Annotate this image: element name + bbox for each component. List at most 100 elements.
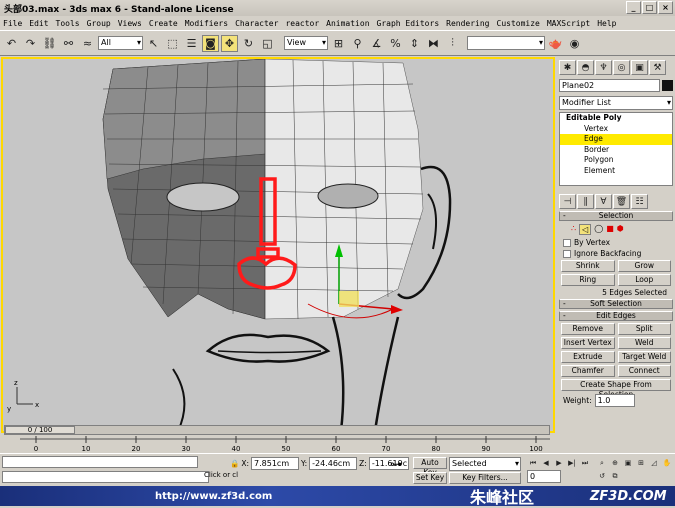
angle-snap-icon[interactable]: ∡	[368, 35, 385, 52]
by-vertex-checkbox[interactable]: By Vertex	[563, 238, 669, 247]
chamfer-button[interactable]: Chamfer	[561, 365, 615, 377]
render-scene-icon[interactable]: 🫖	[547, 35, 564, 52]
modifier-list-dropdown[interactable]: Modifier List	[559, 96, 673, 110]
create-tab-icon[interactable]: ✱	[559, 60, 576, 75]
edge-mode-icon[interactable]: ◁	[579, 224, 592, 235]
set-key-button[interactable]: Set Key	[413, 472, 447, 484]
go-to-start-icon[interactable]: ⏮	[527, 457, 539, 469]
zoom-icon[interactable]: ⌕	[596, 457, 608, 469]
ring-button[interactable]: Ring	[561, 274, 615, 286]
z-coord-field[interactable]: -11.619c	[368, 457, 409, 470]
maxscript-listener[interactable]	[2, 456, 198, 468]
ignore-backfacing-checkbox[interactable]: Ignore Backfacing	[563, 249, 669, 258]
menu-reactor[interactable]: reactor	[285, 19, 319, 28]
menu-file[interactable]: File	[3, 19, 22, 28]
redo-icon[interactable]: ↷	[22, 35, 39, 52]
time-slider-track[interactable]: 0 / 100	[4, 425, 550, 435]
undo-icon[interactable]: ↶	[3, 35, 20, 52]
current-frame-field[interactable]: 0	[527, 470, 561, 483]
timeline-ruler[interactable]: 0 10 20 30 40 50 60 70 80 90 100	[0, 435, 555, 453]
menu-graph-editors[interactable]: Graph Editors	[377, 19, 440, 28]
stack-item-vertex[interactable]: Vertex	[560, 124, 672, 135]
grow-button[interactable]: Grow	[617, 260, 671, 272]
utilities-tab-icon[interactable]: ⚒	[649, 60, 666, 75]
menu-group[interactable]: Group	[87, 19, 111, 28]
x-coord-field[interactable]: 7.851cm	[251, 457, 300, 470]
create-shape-button[interactable]: Create Shape From Selection	[561, 379, 671, 399]
key-mode-dropdown[interactable]: Selected	[449, 457, 521, 471]
maximize-viewport-icon[interactable]: ⧉	[609, 470, 621, 482]
vertex-mode-icon[interactable]: ∴	[571, 224, 576, 235]
menu-edit[interactable]: Edit	[29, 19, 48, 28]
edit-edges-rollout-header[interactable]: Edit Edges	[559, 311, 673, 321]
configure-sets-icon[interactable]: ☷	[631, 194, 648, 209]
bind-space-warp-icon[interactable]: ≈	[79, 35, 96, 52]
minimize-button[interactable]: _	[626, 1, 641, 14]
remove-modifier-icon[interactable]: 🗑	[613, 194, 630, 209]
zoom-all-icon[interactable]: ⊕	[609, 457, 621, 469]
show-end-result-icon[interactable]: ∥	[577, 194, 594, 209]
remove-button[interactable]: Remove	[561, 323, 615, 335]
fov-icon[interactable]: ◿	[648, 457, 660, 469]
select-arrow-icon[interactable]: ↖	[145, 35, 162, 52]
element-mode-icon[interactable]: ⬢	[617, 224, 624, 235]
menu-tools[interactable]: Tools	[56, 19, 80, 28]
menu-modifiers[interactable]: Modifiers	[185, 19, 228, 28]
snap-toggle-icon[interactable]: ⚲	[349, 35, 366, 52]
stack-item-polygon[interactable]: Polygon	[560, 155, 672, 166]
menu-views[interactable]: Views	[118, 19, 142, 28]
menu-create[interactable]: Create	[149, 19, 178, 28]
time-slider[interactable]: 0 / 100	[5, 426, 75, 434]
align-icon[interactable]: ⫶	[444, 35, 461, 52]
make-unique-icon[interactable]: ∀	[595, 194, 612, 209]
select-region-icon[interactable]: ⬚	[164, 35, 181, 52]
menu-rendering[interactable]: Rendering	[446, 19, 489, 28]
insert-vertex-button[interactable]: Insert Vertex	[561, 337, 615, 349]
head-model-canvas[interactable]: x z y	[3, 59, 553, 431]
stack-item-element[interactable]: Element	[560, 166, 672, 177]
zoom-extents-icon[interactable]: ▣	[622, 457, 634, 469]
named-selection-dropdown[interactable]	[467, 36, 545, 50]
rotate-icon[interactable]: ↻	[240, 35, 257, 52]
loop-button[interactable]: Loop	[617, 274, 671, 286]
hierarchy-tab-icon[interactable]: ♆	[595, 60, 612, 75]
next-frame-icon[interactable]: ▶|	[566, 457, 578, 469]
y-coord-field[interactable]: -24.46cm	[309, 457, 358, 470]
selection-filter-dropdown[interactable]: All	[98, 36, 143, 50]
lock-icon[interactable]: 🔒	[230, 459, 239, 468]
menu-help[interactable]: Help	[597, 19, 616, 28]
shrink-button[interactable]: Shrink	[561, 260, 615, 272]
pan-icon[interactable]: ✋	[661, 457, 673, 469]
stack-root-editable-poly[interactable]: Editable Poly	[560, 113, 672, 124]
unlink-icon[interactable]: ⚯	[60, 35, 77, 52]
pin-stack-icon[interactable]: ⊣	[559, 194, 576, 209]
pivot-icon[interactable]: ⊞	[330, 35, 347, 52]
menu-character[interactable]: Character	[235, 19, 278, 28]
crossing-icon[interactable]: ◙	[202, 34, 219, 52]
quick-render-icon[interactable]: ◉	[566, 35, 583, 52]
menu-animation[interactable]: Animation	[326, 19, 369, 28]
stack-item-border[interactable]: Border	[560, 145, 672, 156]
menu-maxscript[interactable]: MAXScript	[547, 19, 590, 28]
object-color-swatch[interactable]	[662, 80, 673, 91]
motion-tab-icon[interactable]: ◎	[613, 60, 630, 75]
close-button[interactable]: ×	[658, 1, 673, 14]
previous-frame-icon[interactable]: ◀	[540, 457, 552, 469]
key-filters-button[interactable]: Key Filters...	[449, 472, 521, 484]
zoom-extents-all-icon[interactable]: ⊞	[635, 457, 647, 469]
stack-item-edge[interactable]: Edge	[560, 134, 672, 145]
extrude-button[interactable]: Extrude	[561, 351, 615, 363]
auto-key-button[interactable]: Auto Key	[413, 457, 447, 477]
spinner-snap-icon[interactable]: ⇕	[406, 35, 423, 52]
coord-system-dropdown[interactable]: View	[284, 36, 328, 50]
move-icon[interactable]: ✥	[221, 34, 238, 52]
link-icon[interactable]: ⛓	[41, 35, 58, 52]
connect-button[interactable]: Connect	[617, 365, 671, 377]
maximize-button[interactable]: □	[642, 1, 657, 14]
selection-rollout-header[interactable]: Selection	[559, 211, 673, 221]
split-button[interactable]: Split	[617, 323, 671, 335]
play-icon[interactable]: ▶	[553, 457, 565, 469]
border-mode-icon[interactable]: ◯	[594, 224, 603, 235]
arc-rotate-icon[interactable]: ↺	[596, 470, 608, 482]
weld-button[interactable]: Weld	[617, 337, 671, 349]
